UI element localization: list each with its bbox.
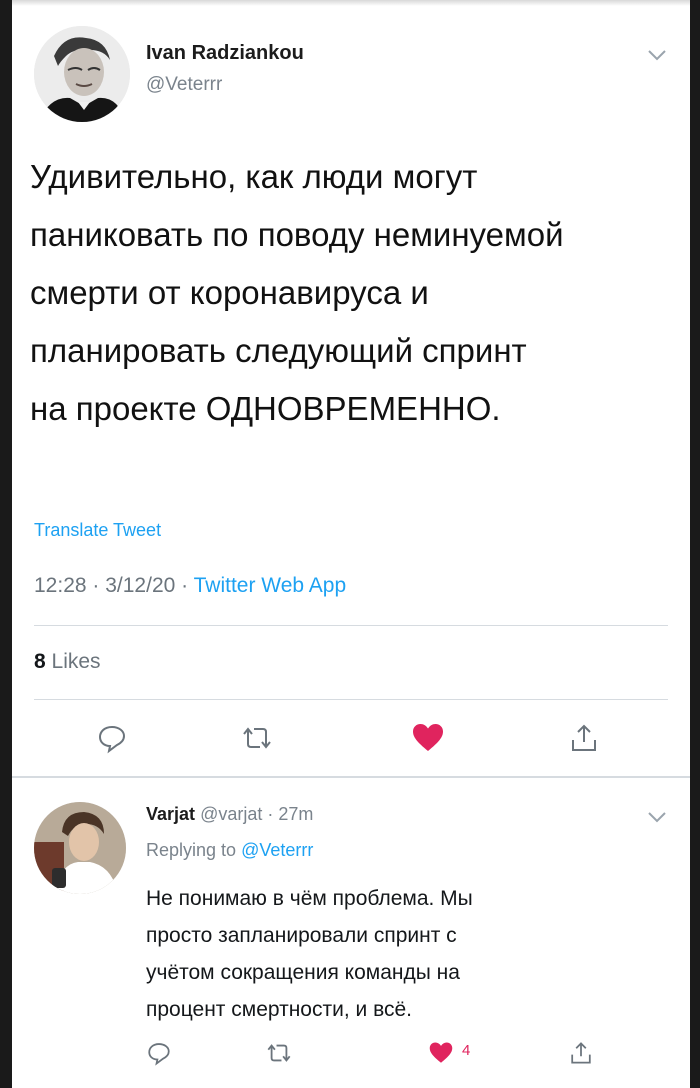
like-button[interactable]: [424, 1036, 458, 1070]
reply-tweet: Varjat @varjat · 27m Replying to @Veterr…: [12, 778, 690, 1088]
retweet-icon: [267, 1044, 291, 1062]
screen-bezel-right: [690, 0, 700, 1088]
divider: [34, 625, 668, 626]
tweet-date: 3/12/20: [105, 574, 176, 597]
chevron-down-icon[interactable]: [646, 810, 668, 824]
chevron-down-icon[interactable]: [646, 48, 668, 62]
reply-icon: [98, 725, 126, 754]
author-avatar[interactable]: [34, 26, 130, 122]
meta-separator: ·: [86, 574, 106, 597]
likes-label: Likes: [45, 650, 101, 673]
like-count: 4: [462, 1042, 471, 1059]
reply-time: 27m: [278, 804, 314, 824]
divider: [34, 699, 668, 700]
tweet-actions: [12, 718, 690, 762]
likes-count: 8: [34, 650, 46, 673]
tweet-meta: 12:28 · 3/12/20 · Twitter Web App: [34, 574, 346, 598]
reply-author-name[interactable]: Varjat: [146, 804, 195, 824]
replying-to-label: Replying to: [146, 840, 242, 860]
retweet-icon: [243, 727, 271, 749]
replying-to-mention[interactable]: @Veterrr: [241, 840, 313, 860]
meta-separator: ·: [262, 804, 279, 824]
share-icon: [571, 1042, 591, 1064]
reply-author-avatar[interactable]: [34, 802, 126, 894]
author-name[interactable]: Ivan Radziankou: [146, 42, 304, 65]
reply-button[interactable]: [92, 718, 132, 758]
reply-icon: [148, 1043, 170, 1066]
likes-summary[interactable]: 8 Likes: [34, 650, 101, 674]
replying-to: Replying to @Veterrr: [146, 840, 313, 861]
main-tweet: Ivan Radziankou @Veterrr Удивительно, ка…: [12, 0, 690, 778]
meta-separator: ·: [175, 574, 194, 597]
heart-icon: [413, 724, 443, 751]
share-button[interactable]: [564, 718, 604, 758]
like-button[interactable]: [408, 718, 448, 758]
share-icon: [572, 724, 596, 751]
tweet-source-link[interactable]: Twitter Web App: [194, 574, 347, 597]
tweet-time: 12:28: [34, 574, 87, 597]
tweet-text: Удивительно, как люди могут паниковать п…: [30, 158, 564, 427]
retweet-button[interactable]: [262, 1036, 296, 1070]
reply-actions: 4: [12, 1036, 690, 1070]
reply-text: Не понимаю в чём проблема. Мы просто зап…: [146, 887, 473, 1021]
retweet-button[interactable]: [237, 718, 277, 758]
share-button[interactable]: [564, 1036, 598, 1070]
reply-author-handle[interactable]: @varjat: [200, 804, 262, 824]
author-handle[interactable]: @Veterrr: [146, 74, 222, 96]
screen-bezel-left: [0, 0, 12, 1088]
heart-icon: [429, 1042, 453, 1063]
reply-header: Varjat @varjat · 27m: [146, 804, 313, 825]
reply-button[interactable]: [142, 1036, 176, 1070]
translate-tweet-link[interactable]: Translate Tweet: [34, 520, 161, 541]
